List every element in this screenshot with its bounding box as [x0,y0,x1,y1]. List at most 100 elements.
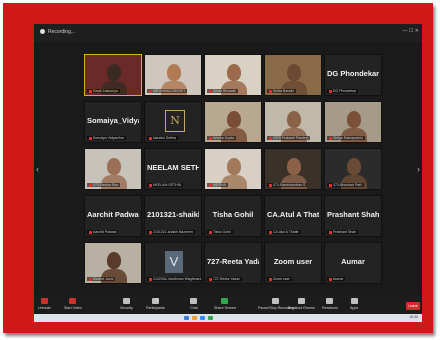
participant-display-name: Zoom user [273,257,313,266]
participant-tile[interactable]: MEGHANA DIKSHIT [144,54,202,96]
reactions-button[interactable]: Reactions [322,298,338,310]
next-page-arrow-icon[interactable]: › [417,164,420,174]
mic-muted-icon [269,230,272,234]
participant-tile[interactable]: Aarchit Padwal Aarchit Padwal [84,195,142,237]
participant-tile[interactable]: 073-Ravina Rao [84,148,142,190]
participant-name-tag: Zoom user [267,277,292,281]
participant-display-name: Prashant Shah [327,210,379,219]
participant-tile[interactable]: Prashant Shah Prashant Shah [324,195,382,237]
mic-muted-icon [329,89,332,93]
participant-tile[interactable]: 073-Ramchandran S [264,148,322,190]
chat-button[interactable]: Chat [190,298,198,310]
taskbar-app-icon[interactable] [184,316,189,320]
mic-muted-icon [269,136,272,140]
participant-name-tag: 073-Ramchandran S [267,183,308,187]
participant-display-name: NEELAM SETHIA [147,163,199,172]
mic-muted-icon [209,136,212,140]
participant-tile[interactable]: Tisha Gohil Tisha Gohil [204,195,262,237]
window-titlebar: Recording... — ☐ ✕ [34,24,422,42]
participant-tile[interactable]: NEELAM SETHIA NEELAM SETHIA [144,148,202,190]
participant-name-tag: Madhvi Joshi [87,277,116,281]
participant-initial-avatar: V [165,251,183,273]
participant-name-tag: Aarchit Padwal [87,230,119,234]
toolbar-label: Share Screen [214,306,236,310]
reactions-icon [326,298,334,304]
mic-muted-icon [329,136,332,140]
taskbar-clock: 15:30 [409,315,418,319]
taskbar-app-icon[interactable] [208,316,213,320]
participant-tile[interactable]: Somaiya_Vidyav... Somaiya Vidyavihar [84,101,142,143]
participant-video-face [227,158,241,175]
participant-name-tag: DG Phondekar [327,89,359,93]
participant-video-face [227,111,241,128]
participant-display-name: DG Phondekar [327,69,379,78]
participant-name-tag: Tisha Gohil [207,230,233,234]
participant-video-face [167,64,181,81]
participant-name-tag: Prashant Shah [327,230,359,234]
participant-name-tag: 2102304-Vardhman Waghmare [147,277,201,281]
participant-name-tag: MEGHANA DIKSHIT [147,89,188,93]
participant-name-tag: Smita Barade [267,89,297,93]
mic-muted-icon [329,277,332,281]
recording-indicator[interactable]: Recording... [40,29,75,35]
participants-button[interactable]: Participants 46 [146,298,165,310]
prev-page-arrow-icon[interactable]: ‹ [36,164,39,174]
taskbar-zoom-icon[interactable] [200,316,205,320]
breakout-button[interactable]: Breakout Rooms [288,298,315,310]
participant-tile[interactable]: 0920-Prakash Pandey [264,101,322,143]
participant-tile[interactable]: Zoom user Zoom user [264,242,322,284]
toolbar-label: Breakout Rooms [288,306,315,310]
participant-video-face [287,111,301,128]
apps-button[interactable]: Apps [350,298,358,310]
mic-muted-icon [209,183,212,187]
participant-name-tag: 073-Ravina Rao [87,183,121,187]
participant-tile[interactable]: 2101321-shaikh... 2101321-shaikh Nazneen [144,195,202,237]
participant-tile[interactable]: Smita Barade [264,54,322,96]
participant-tile[interactable]: 727-Reeta Yadav 727-Reeta Yadav [204,242,262,284]
participant-display-name: Aumar [341,257,365,266]
toolbar-label: Reactions [322,306,338,310]
taskbar-app-icon[interactable] [192,316,197,320]
mic-muted-icon [89,136,92,140]
participant-display-name: 727-Reeta Yadav [207,257,259,266]
window-controls[interactable]: — ☐ ✕ [403,28,419,34]
participant-tile[interactable]: Madhvi Joshi [84,242,142,284]
participant-tile[interactable]: V 2102304-Vardhman Waghmare [144,242,202,284]
participant-name-tag: CA.Atul A Thatte [267,230,301,234]
share-screen-icon [221,298,229,304]
participant-name-tag: NEELAM SETHIA [147,183,184,187]
record-icon [272,298,280,304]
zoom-meeting-window: Recording... — ☐ ✕ ‹ › Swati Zalaoniya ME… [34,24,422,322]
participant-name-tag: 373-Bhushan Patil [327,183,364,187]
participant-name-tag: Swati Zalaoniya [87,89,120,93]
participant-name-tag: Somaiya Vidyavihar [87,136,126,140]
participant-display-name: Tisha Gohil [212,210,254,219]
participant-tile[interactable]: DG Phondekar DG Phondekar [324,54,382,96]
mic-muted-icon [89,230,92,234]
shield-button[interactable]: Security [120,298,133,310]
red-border-frame: Recording... — ☐ ✕ ‹ › Swati Zalaoniya ME… [3,3,433,333]
participant-tile[interactable]: Swati Zalaoniya [84,54,142,96]
participant-name-tag: Shilpa Ratnaparkhi [327,136,365,140]
participant-tile[interactable]: CA.Atul A Thatte CA.Atul A Thatte [264,195,322,237]
participant-tile[interactable]: Smita Bhosale [204,54,262,96]
toolbar-label: Apps [350,306,359,310]
participant-tile[interactable]: 373-Bhushan Patil [324,148,382,190]
leave-button[interactable]: Leave [406,302,420,310]
breakout-icon [297,298,305,304]
participant-tile[interactable]: Shilpa Ratnaparkhi [324,101,382,143]
participant-name-tag: MEGHA [207,183,228,187]
toolbar-label: Participants [146,306,165,310]
participant-tile[interactable]: N Nandini Sethia [144,101,202,143]
video-button[interactable]: Start Video [64,298,82,310]
participant-video-face [107,64,121,81]
participant-tile[interactable]: Anisha Gupta [204,101,262,143]
toolbar-label: Chat [190,306,198,310]
mic-button[interactable]: Unmute [38,298,51,310]
mic-muted-icon [149,89,152,93]
participant-video-face [107,158,121,175]
participant-tile[interactable]: MEGHA [204,148,262,190]
participant-tile[interactable]: Aumar Aumar [324,242,382,284]
mic-muted-icon [329,230,332,234]
share-screen-button[interactable]: Share Screen [214,298,236,310]
